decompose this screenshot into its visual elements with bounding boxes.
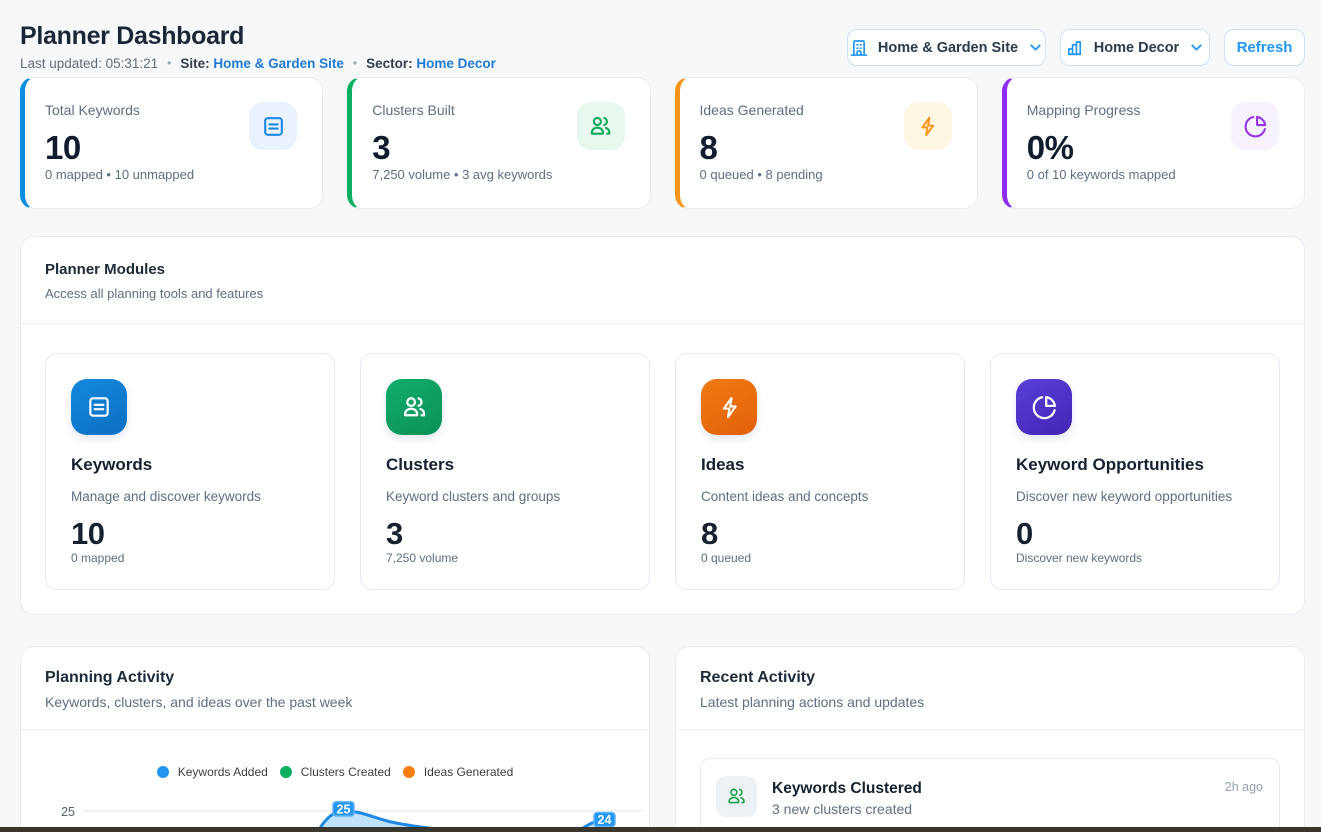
svg-text:24: 24 — [598, 813, 612, 827]
svg-text:25: 25 — [337, 802, 351, 816]
svg-text:25: 25 — [61, 805, 75, 819]
